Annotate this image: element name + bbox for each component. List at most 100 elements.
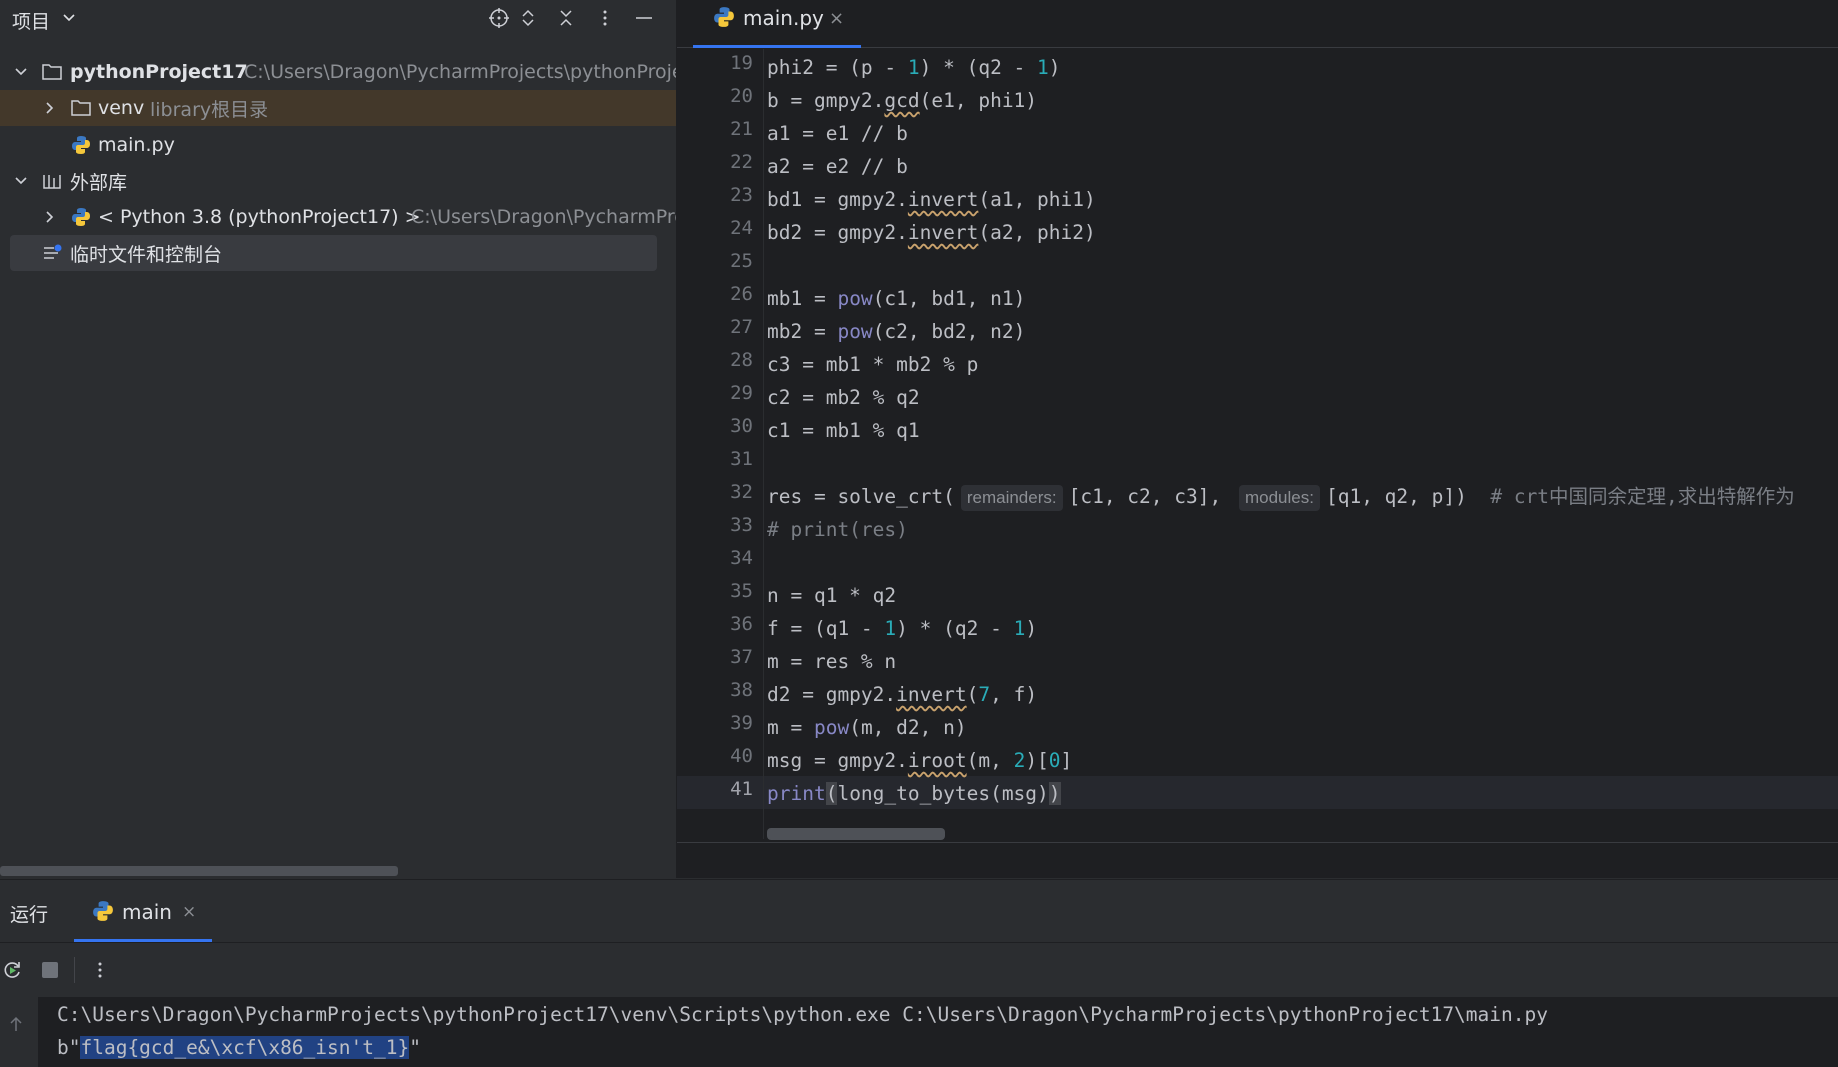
chevron-down-icon[interactable] [12,172,30,190]
param-hint-remainders: remainders: [960,485,1063,511]
python-icon [70,206,92,228]
line-number: 34 [730,547,753,569]
python-sdk-label: < Python 3.8 (pythonProject17) > [98,206,421,228]
line-number-gutter: 19 20 21 22 23 24 25 26 27 28 29 30 31 32 33 34 35 36 37 38… [677,49,763,839]
editor-horizontal-scrollbar[interactable] [767,828,945,840]
editor-tab-bar: main.py × [677,0,1838,48]
tab-main-py[interactable]: main.py × [693,0,861,48]
code-editor[interactable]: main.py × 19 20 21 22 23 24 25 26 27 28 29 30 31 32 33… [677,0,1838,878]
code-line: mb1 = pow(c1, bd1, n1) [767,287,1026,310]
line-number: 33 [730,514,753,536]
code-line: m = pow(m, d2, n) [767,716,967,739]
rerun-icon[interactable] [0,958,24,982]
console-output-line: b"flag{gcd_e&\xcf\x86_isn't_1}" [57,1036,421,1059]
tree-item-main-py[interactable]: main.py [0,127,676,163]
line-number: 19 [730,52,753,74]
line-number: 21 [730,118,753,140]
code-line: a2 = e2 // b [767,155,908,178]
line-number: 29 [730,382,753,404]
chevron-right-icon[interactable] [40,208,58,226]
console-output[interactable]: C:\Users\Dragon\PycharmProjects\pythonPr… [0,997,1838,1067]
code-line: c1 = mb1 % q1 [767,419,920,442]
code-line: # print(res) [767,518,908,541]
run-panel-title: 运行 [10,904,49,926]
stop-icon[interactable] [38,958,62,982]
chevron-down-icon[interactable] [12,63,30,81]
output-suffix: " [409,1036,421,1059]
line-number: 39 [730,712,753,734]
line-number: 35 [730,580,753,602]
scroll-up-arrow-icon[interactable] [8,1015,24,1037]
tab-label: main.py [743,6,824,30]
crosshair-icon[interactable] [487,6,511,30]
tree-item-external-libraries[interactable]: 外部库 [0,163,676,199]
python-icon [92,900,114,926]
line-number: 27 [730,316,753,338]
code-line: c2 = mb2 % q2 [767,386,920,409]
line-number: 20 [730,85,753,107]
code-line: c3 = mb1 * mb2 % p [767,353,979,376]
project-panel-title[interactable]: 项目 [12,7,50,34]
line-number: 36 [730,613,753,635]
expand-icon[interactable] [516,6,540,30]
venv-hint: library根目录 [150,98,269,121]
gutter-separator [763,49,764,839]
line-number: 26 [730,283,753,305]
code-line: a1 = e1 // b [767,122,908,145]
line-number: 23 [730,184,753,206]
editor-divider [677,842,1838,843]
tree-item-scratches[interactable]: 临时文件和控制台 [10,235,657,271]
tree-item-venv[interactable]: venv library根目录 [0,90,676,126]
code-line: bd1 = gmpy2.invert(a1, phi1) [767,188,1096,211]
line-number: 41 [730,778,753,800]
collapse-icon[interactable] [554,6,578,30]
more-vertical-icon[interactable] [593,6,617,30]
console-gutter [0,997,38,1067]
project-panel: 项目 pythonProject17 C:\Users\Dragon\Pycha… [0,0,677,878]
close-icon[interactable]: × [829,8,844,29]
line-number: 32 [730,481,753,503]
code-line: print(long_to_bytes(msg)) [767,782,1061,805]
code-line: mb2 = pow(c2, bd2, n2) [767,320,1026,343]
project-root-path: C:\Users\Dragon\PycharmProjects\pythonPr… [244,61,676,83]
console-command-line: C:\Users\Dragon\PycharmProjects\pythonPr… [57,1003,1548,1026]
code-line: bd2 = gmpy2.invert(a2, phi2) [767,221,1096,244]
output-prefix: b" [57,1036,81,1059]
param-hint-modules: modules: [1238,485,1320,511]
run-tab-label: main [122,900,172,924]
code-line: d2 = gmpy2.invert(7, f) [767,683,1038,706]
folder-icon [41,61,63,83]
project-horizontal-scrollbar[interactable] [0,866,398,876]
line-number: 24 [730,217,753,239]
more-vertical-icon[interactable] [88,958,112,982]
selected-output-text: flag{gcd_e&\xcf\x86_isn't_1} [80,1036,410,1059]
line-number: 31 [730,448,753,470]
code-line: f = (q1 - 1) * (q2 - 1) [767,617,1038,640]
scratches-label: 临时文件和控制台 [70,243,223,266]
chevron-down-icon[interactable] [60,8,78,30]
line-number: 30 [730,415,753,437]
tree-item-project-root[interactable]: pythonProject17 C:\Users\Dragon\PycharmP… [0,54,676,90]
line-number: 37 [730,646,753,668]
code-line: n = q1 * q2 [767,584,897,607]
line-number: 28 [730,349,753,371]
code-line: res = solve_crt(remainders: [c1, c2, c3],… [767,481,1795,513]
code-line: b = gmpy2.gcd(e1, phi1) [767,89,1038,112]
toolbar-separator [74,957,75,983]
line-number: 22 [730,151,753,173]
line-number: 40 [730,745,753,767]
chevron-right-icon[interactable] [40,99,58,117]
code-line: msg = gmpy2.iroot(m, 2)[0] [767,749,1073,772]
close-icon[interactable]: × [182,902,196,922]
active-tab-indicator [693,45,861,48]
run-panel: 运行 main × C:\Users\Dragon\PycharmProject… [0,879,1838,1067]
python-sdk-path: C:\Users\Dragon\PycharmPro [411,206,676,228]
tab-run-main[interactable]: main × [74,880,212,942]
python-file-icon [713,6,735,32]
minimize-icon[interactable] [632,6,656,30]
code-area[interactable]: phi2 = (p - 1) * (q2 - 1) b = gmpy2.gcd(… [767,49,1838,839]
line-number: 38 [730,679,753,701]
external-libs-label: 外部库 [70,171,128,194]
tree-item-python-sdk[interactable]: < Python 3.8 (pythonProject17) > C:\User… [0,199,676,235]
scratches-icon [42,242,64,264]
